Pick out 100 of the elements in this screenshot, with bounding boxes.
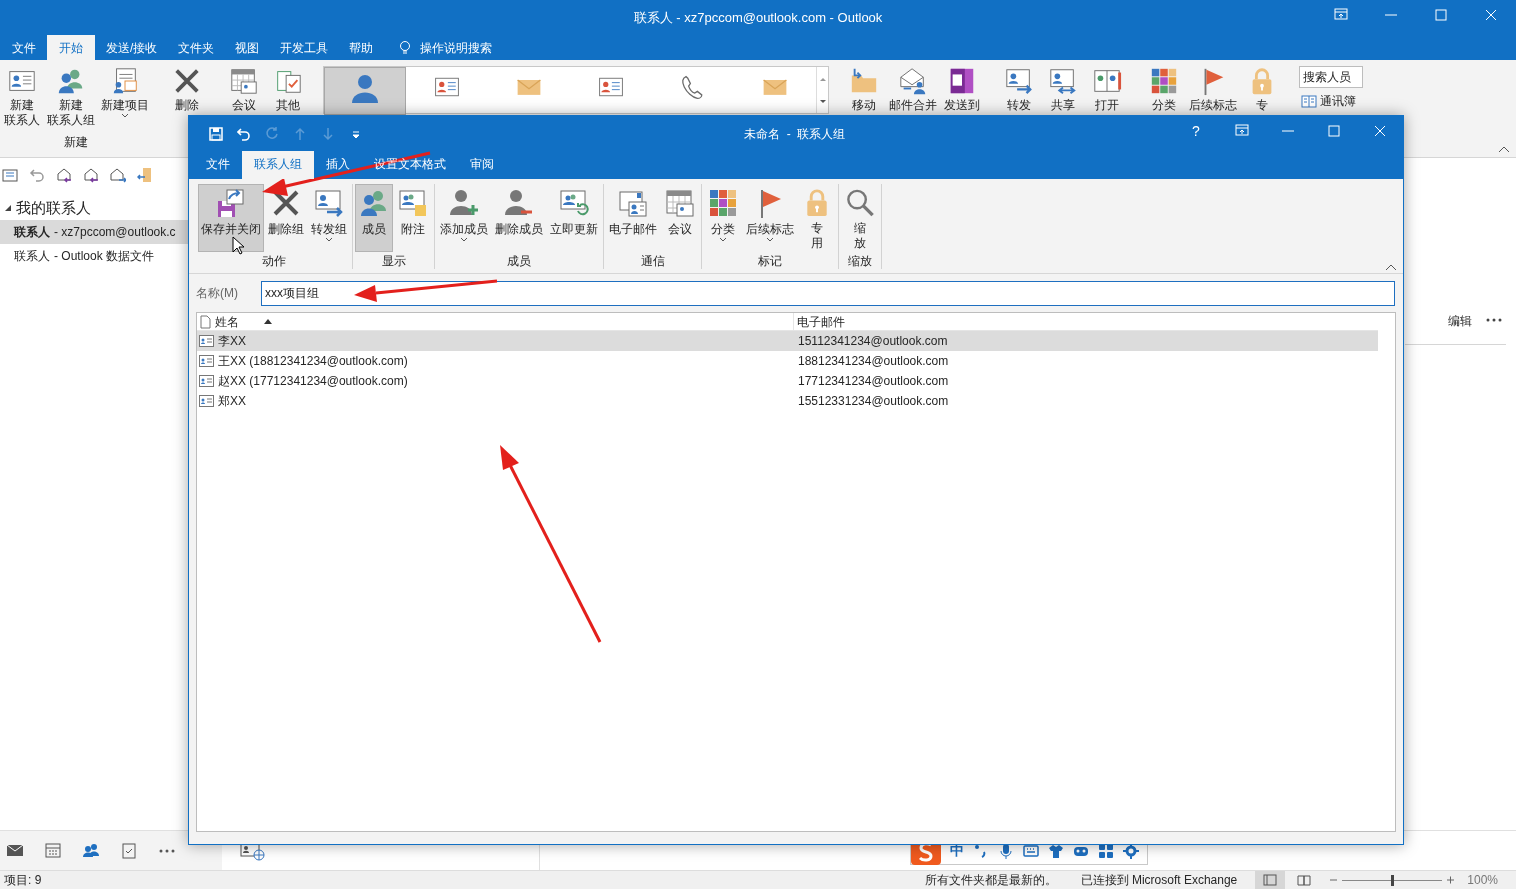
zoom-in-icon[interactable] [1446, 876, 1456, 884]
settings-icon[interactable] [1123, 842, 1139, 859]
save-icon[interactable] [209, 126, 223, 141]
zoom-percent[interactable]: 100% [1467, 871, 1498, 889]
ribbon-button[interactable]: 删除组 [265, 184, 307, 252]
move-icon[interactable] [137, 167, 153, 183]
ribbon-button[interactable]: 删除 [167, 66, 207, 113]
menu-tab[interactable]: 视图 [225, 35, 270, 60]
undo-icon[interactable] [29, 167, 45, 183]
member-row[interactable]: 王XX (18812341234@outlook.com) 18812341234@outlook.com [197, 351, 1378, 371]
people-icon[interactable] [82, 841, 100, 860]
column-header[interactable]: 电子邮件 [794, 312, 845, 331]
menu-tab[interactable]: 开始 [47, 35, 95, 60]
contact-card-icon [199, 355, 214, 367]
more-icon[interactable] [1486, 317, 1502, 323]
expand-icon[interactable] [4, 204, 12, 212]
ribbon-button[interactable]: 移动 [844, 66, 884, 113]
ribbon-button[interactable]: 邮件合并 [888, 66, 938, 113]
close-icon[interactable] [1483, 7, 1499, 23]
microphone-icon[interactable] [998, 842, 1014, 859]
ribbon-button[interactable]: 保存并关闭 [198, 184, 264, 252]
address-book-button[interactable]: 通讯簿 [1320, 92, 1356, 110]
ribbon-button[interactable]: 成员 [355, 184, 393, 252]
member-name: 郑XX [218, 393, 247, 410]
color-grid-icon [707, 187, 739, 219]
ribbon-button[interactable]: 删除成员 [492, 184, 546, 252]
ribbon-button[interactable]: 后续标志 [743, 184, 797, 252]
group-label: 动作 [262, 253, 286, 270]
ribbon-button[interactable]: 新建项目 [100, 66, 150, 118]
ribbon-button[interactable]: 专 [1242, 66, 1282, 113]
edit-link[interactable]: 编辑 [1448, 312, 1472, 330]
ribbon-tab[interactable]: 插入 [314, 151, 362, 179]
ribbon-button[interactable]: 打开 [1087, 66, 1127, 113]
undo-icon[interactable] [237, 126, 251, 141]
member-email: 17712341234@outlook.com [797, 373, 949, 390]
ribbon-button[interactable]: 专 用 [798, 184, 836, 252]
apps-icon[interactable] [1098, 842, 1114, 859]
help-button[interactable]: ? [1173, 120, 1219, 142]
ribbon-button[interactable]: 添加成员 [437, 184, 491, 252]
folder-item[interactable]: 联系人 - Outlook 数据文件 [0, 244, 188, 268]
ribbon-button[interactable]: 会议 [224, 66, 264, 113]
zoom-slider[interactable] [1342, 874, 1443, 886]
member-name: 赵XX (17712341234@outlook.com) [218, 373, 409, 390]
ribbon-button[interactable]: 缩 放 [841, 184, 879, 252]
shirt-icon[interactable] [1048, 842, 1064, 859]
forward-icon[interactable] [110, 167, 126, 183]
menu-tab[interactable]: 文件夹 [168, 35, 225, 60]
ribbon-button[interactable]: 电子邮件 [606, 184, 660, 252]
ribbon-button[interactable]: 转发 [999, 66, 1039, 113]
group-label: 新建 [64, 134, 88, 151]
ribbon-button[interactable]: 其他 [268, 66, 308, 113]
close-icon[interactable] [1372, 123, 1388, 139]
normal-view-icon[interactable] [1263, 874, 1278, 886]
ribbon-button[interactable]: 附注 [394, 184, 432, 252]
menu-tab[interactable]: 开发工具 [270, 35, 339, 60]
ribbon-tab[interactable]: 联系人组 [242, 151, 314, 179]
contact-card-icon [199, 335, 214, 347]
menu-tab[interactable]: 发送/接收 [96, 35, 168, 60]
member-row[interactable]: 郑XX 15512331234@outlook.com [197, 391, 1378, 411]
keyboard-icon[interactable] [1023, 842, 1039, 859]
search-people-field[interactable]: 搜索人员 [1299, 66, 1363, 88]
ribbon-button[interactable]: 共享 [1043, 66, 1083, 113]
reading-view-icon[interactable] [1297, 874, 1312, 886]
reply-all-icon[interactable] [83, 167, 99, 183]
ribbon-tab[interactable]: 文件 [194, 151, 242, 179]
column-header[interactable]: 姓名 [197, 313, 794, 330]
ribbon-button[interactable]: 转发组 [308, 184, 350, 252]
address-book-icon[interactable] [1301, 94, 1317, 108]
member-row[interactable]: 赵XX (17712341234@outlook.com) 17712341234@outlook.com [197, 371, 1378, 391]
menu-tab[interactable]: 文件 [2, 35, 46, 60]
folder-item[interactable]: 联系人 - xz7pccom@outlook.c [0, 220, 188, 244]
ribbon-button[interactable]: 分类 [704, 184, 742, 252]
tasks-icon[interactable] [120, 841, 138, 860]
person-icon[interactable] [349, 72, 381, 104]
folder-header[interactable]: 我的联系人 [0, 196, 188, 220]
ribbon-button[interactable]: 后续标志 [1188, 66, 1238, 113]
contact-card-icon [199, 375, 214, 387]
collapse-ribbon-icon[interactable] [1498, 146, 1510, 153]
scroll-down-icon[interactable] [818, 98, 827, 105]
maximize-icon[interactable] [1326, 123, 1342, 139]
member-row[interactable]: 李XX 15112341234@outlook.com [197, 331, 1378, 351]
ribbon-button[interactable]: 新建 联系人 [2, 66, 42, 128]
ribbon-button[interactable]: 会议 [661, 184, 699, 252]
ribbon-button[interactable]: 立即更新 [547, 184, 601, 252]
collapse-ribbon-icon[interactable] [1385, 264, 1397, 271]
calendar-icon[interactable] [44, 841, 62, 860]
scroll-up-icon[interactable] [818, 75, 827, 82]
maximize-icon[interactable] [1433, 7, 1449, 23]
tell-me-search[interactable]: 操作说明搜索 [420, 38, 493, 57]
lightbulb-icon[interactable] [398, 40, 413, 55]
menu-tab[interactable]: 帮助 [339, 35, 384, 60]
ribbon-button[interactable]: 新建 联系人组 [46, 66, 96, 128]
ribbon-button[interactable]: 分类 [1144, 66, 1184, 113]
name-field[interactable]: xxx项目组 [261, 280, 1395, 306]
ribbon-tab[interactable]: 审阅 [458, 151, 506, 179]
ribbon-display-icon[interactable] [1234, 123, 1250, 139]
ribbon-button[interactable]: 发送到 [942, 66, 982, 113]
reply-icon[interactable] [56, 167, 72, 183]
member-email: 15512331234@outlook.com [797, 393, 949, 410]
ribbon-display-icon[interactable] [1333, 7, 1349, 23]
